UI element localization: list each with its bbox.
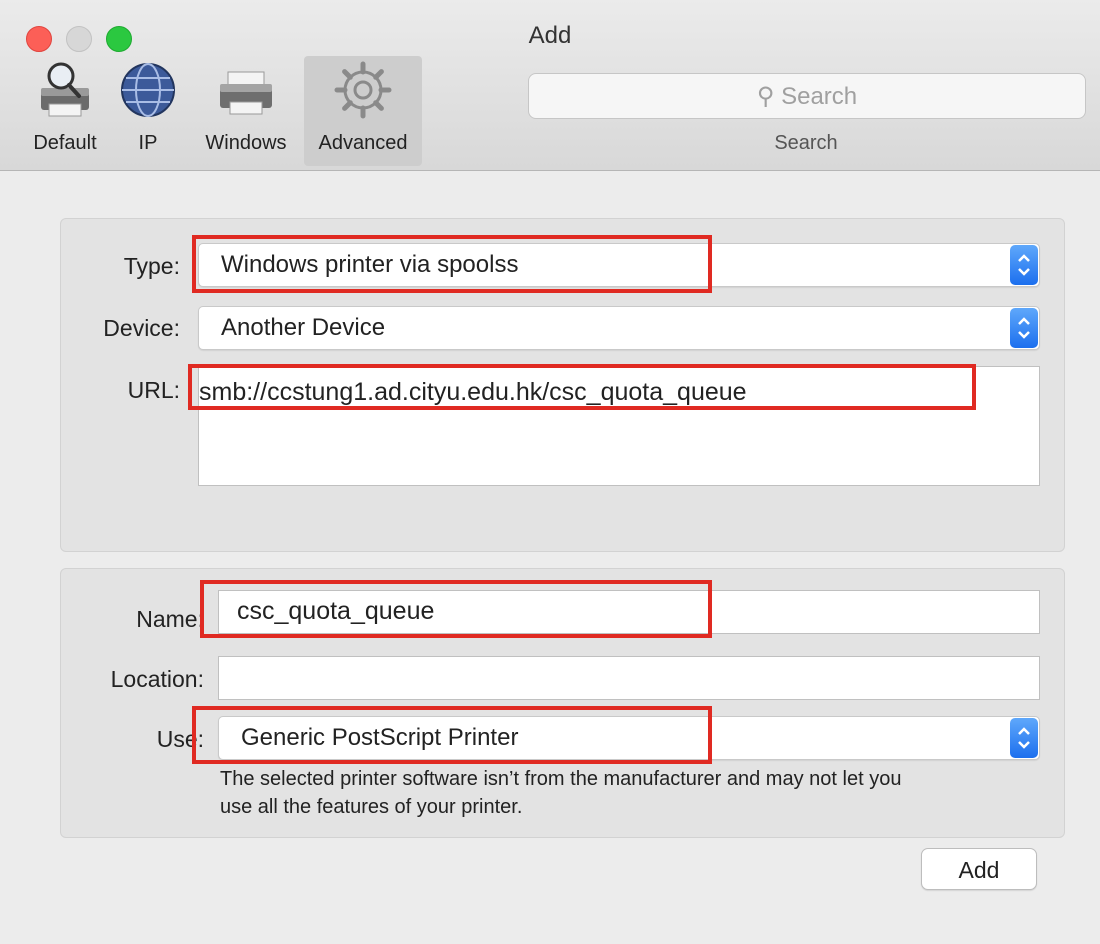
name-highlight-box (200, 580, 712, 638)
add-button-label: Add (958, 857, 1000, 883)
use-stepper-icon (1010, 718, 1038, 758)
toolbar-windows-button[interactable]: Windows (196, 56, 296, 166)
use-highlight-box (192, 706, 712, 764)
type-highlight-box (192, 235, 712, 293)
windows-printer-icon (220, 71, 272, 115)
add-button[interactable]: Add (921, 848, 1037, 890)
printer-software-note-line2: use all the features of your printer. (220, 796, 523, 818)
search-input[interactable]: ⚲ Search (528, 73, 1086, 119)
toolbar-advanced-button[interactable]: Advanced (304, 56, 422, 166)
gear-icon (334, 61, 392, 119)
printer-software-note-line1: The selected printer software isn’t from… (220, 768, 902, 790)
toolbar-default-label: Default (33, 132, 97, 154)
device-popup[interactable]: Another Device (198, 306, 1040, 350)
device-stepper-icon (1010, 308, 1038, 348)
window-title: Add (528, 22, 572, 49)
name-label: Name: (136, 606, 204, 632)
search-caption: Search (774, 132, 838, 154)
default-printer-icon (41, 62, 89, 117)
location-label: Location: (110, 666, 204, 692)
search-placeholder-text: Search (781, 83, 858, 110)
toolbar-windows-label: Windows (205, 132, 287, 154)
device-label: Device: (103, 315, 180, 341)
device-value: Another Device (221, 314, 386, 341)
toolbar-ip-label: IP (138, 132, 158, 154)
search-placeholder: ⚲ Search (529, 82, 1085, 111)
type-stepper-icon (1010, 245, 1038, 285)
location-field[interactable] (218, 656, 1040, 700)
toolbar-default-button[interactable]: Default (22, 56, 108, 166)
type-label: Type: (123, 253, 180, 279)
globe-icon (121, 63, 175, 117)
search-icon: ⚲ (756, 83, 775, 110)
url-highlight-box (188, 364, 976, 410)
use-label: Use: (156, 726, 204, 752)
url-label: URL: (127, 377, 180, 403)
toolbar-ip-button[interactable]: IP (116, 56, 180, 166)
toolbar-advanced-label: Advanced (318, 132, 408, 154)
